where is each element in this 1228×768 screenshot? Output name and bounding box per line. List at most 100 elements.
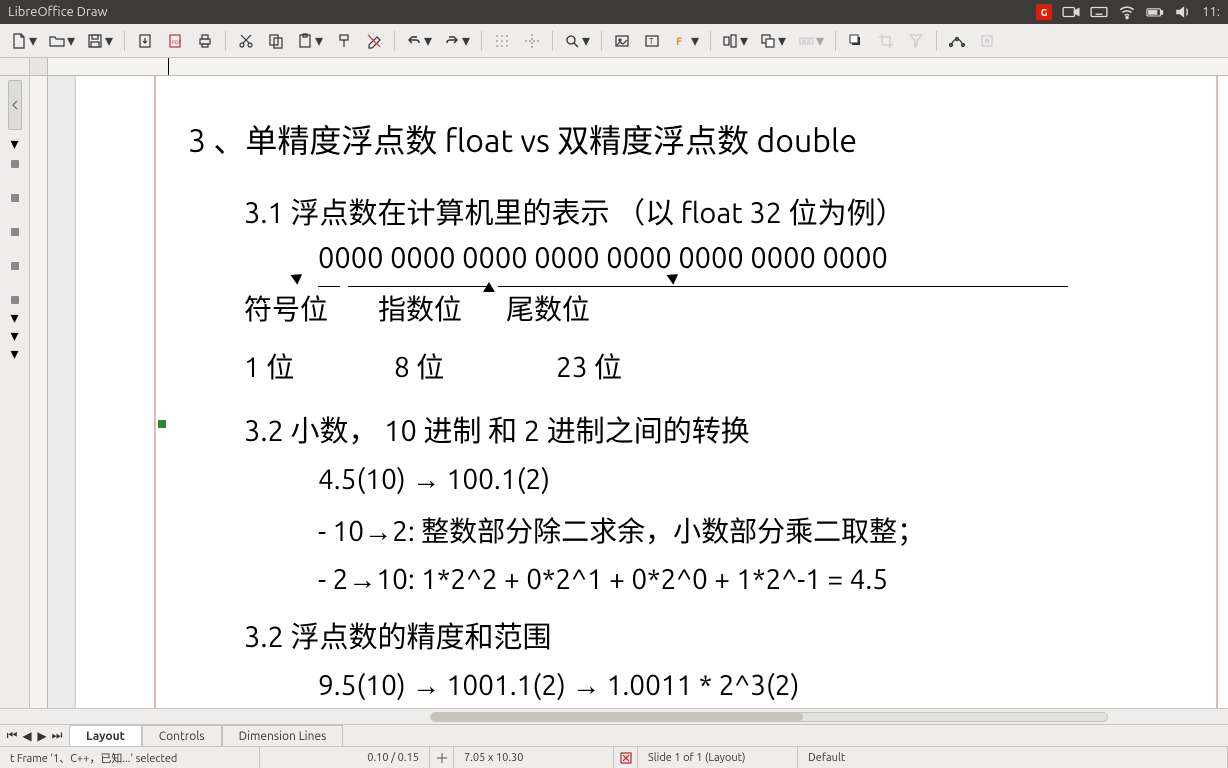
insert-textbox-button[interactable]: T	[638, 28, 666, 54]
system-menubar: LibreOffice Draw G 11:	[0, 0, 1228, 24]
panel-item-icon[interactable]	[11, 160, 19, 168]
width-sign: 1 位	[244, 346, 394, 386]
shadow-button[interactable]	[842, 28, 870, 54]
status-slide: Slide 1 of 1 (Layout)	[638, 747, 798, 768]
tab-nav: ⏮ ◀ ▶ ⏭	[0, 725, 69, 746]
page[interactable]: 3 、单精度浮点数 float vs 双精度浮点数 double 3.1 浮点数…	[76, 76, 1228, 708]
subheading: 3.1 浮点数在计算机里的表示 （以 float 32 位为例）	[244, 190, 1166, 232]
distribute-button[interactable]: ▾	[793, 28, 829, 54]
panel-item-icon[interactable]	[11, 296, 19, 304]
panel-dropdown-icon[interactable]: ▾	[8, 348, 22, 358]
crop-button[interactable]	[872, 28, 900, 54]
netease-icon[interactable]: G	[1036, 4, 1052, 20]
align-button[interactable]: ▾	[717, 28, 753, 54]
ruler-corner	[30, 58, 48, 76]
width-exp: 8 位	[394, 346, 556, 386]
bit-string: 0000 0000 0000 0000 0000 0000 0000 0000	[318, 242, 1166, 274]
battery-icon[interactable]	[1146, 3, 1164, 21]
helplines-button[interactable]	[518, 28, 546, 54]
panel-dropdown-icon[interactable]: ▾	[8, 138, 22, 148]
vertical-ruler[interactable]	[30, 76, 48, 708]
workspace: ▾ ▾ ▾ ▾ 3 、单精度浮点数 float vs 双精度浮点数 double…	[0, 58, 1228, 724]
left-side-panel: ▾ ▾ ▾ ▾	[0, 76, 30, 708]
panel-collapse-handle[interactable]	[8, 80, 22, 130]
scrollbar-thumb[interactable]	[431, 713, 803, 721]
underline-sign	[318, 286, 340, 287]
svg-text:T: T	[649, 37, 654, 46]
first-tab-button[interactable]: ⏮	[6, 730, 18, 742]
keyboard-icon[interactable]	[1090, 3, 1108, 21]
signature-icon[interactable]	[614, 747, 638, 768]
arrow-icon	[483, 282, 495, 292]
glue-points-button[interactable]	[973, 28, 1001, 54]
insert-image-button[interactable]	[608, 28, 636, 54]
horizontal-scrollbar[interactable]	[0, 708, 1228, 724]
panel-item-icon[interactable]	[11, 228, 19, 236]
panel-items	[11, 160, 19, 304]
status-bar: t Frame '1、C++，已知...' selected 0.10 / 0.…	[0, 746, 1228, 768]
tab-dimension[interactable]: Dimension Lines	[222, 725, 344, 746]
tab-layout[interactable]: Layout	[69, 725, 142, 746]
last-tab-button[interactable]: ⏭	[51, 730, 63, 742]
redo-button[interactable]: ▾	[439, 28, 475, 54]
new-button[interactable]: ▾	[6, 28, 42, 54]
panel-dropdown-icon[interactable]: ▾	[8, 312, 22, 322]
heading: 3 、单精度浮点数 float vs 双精度浮点数 double	[188, 116, 1166, 162]
print-button[interactable]	[191, 28, 219, 54]
export-direct-button[interactable]	[131, 28, 159, 54]
status-position: 0.10 / 0.15	[260, 747, 430, 768]
copy-button[interactable]	[262, 28, 290, 54]
paragraph: 4.5(10) → 100.1(2)	[318, 464, 1166, 496]
panel-item-icon[interactable]	[11, 262, 19, 270]
arrow-icon	[290, 269, 305, 285]
edit-points-button[interactable]	[943, 28, 971, 54]
label-mant: 尾数位	[506, 288, 590, 328]
subheading: 3.2 浮点数的精度和范围	[244, 614, 1166, 656]
clone-format-button[interactable]	[330, 28, 358, 54]
grid-button[interactable]	[488, 28, 516, 54]
filter-button[interactable]	[902, 28, 930, 54]
status-size: 7.05 x 10.30	[454, 747, 614, 768]
underline-mant	[498, 286, 1068, 287]
subheading: 3.2 小数， 10 进制 和 2 进制之间的转换	[244, 408, 1166, 450]
text-frame[interactable]: 3 、单精度浮点数 float vs 双精度浮点数 double 3.1 浮点数…	[188, 116, 1166, 708]
paragraph: - 2→10: 1*2^2 + 0*2^1 + 0*2^0 + 1*2^-1 =…	[318, 564, 1166, 596]
clock[interactable]: 11:	[1202, 5, 1220, 19]
svg-text:PDF: PDF	[172, 39, 182, 45]
width-mant: 23 位	[556, 346, 622, 386]
app-title: LibreOffice Draw	[8, 5, 108, 19]
panel-item-icon[interactable]	[11, 194, 19, 202]
fontwork-button[interactable]: F▾	[668, 28, 704, 54]
zoom-button[interactable]: ▾	[559, 28, 595, 54]
undo-button[interactable]: ▾	[401, 28, 437, 54]
save-button[interactable]: ▾	[82, 28, 118, 54]
cut-button[interactable]	[232, 28, 260, 54]
width-row: 1 位 8 位 23 位	[244, 346, 1166, 386]
horizontal-ruler[interactable]	[48, 58, 1228, 76]
label-sign: 符号位	[244, 288, 328, 328]
underline-exp	[348, 286, 488, 287]
export-pdf-button[interactable]: PDF	[161, 28, 189, 54]
label-exp: 指数位	[378, 288, 462, 328]
volume-icon[interactable]	[1174, 3, 1192, 21]
open-button[interactable]: ▾	[44, 28, 80, 54]
paste-button[interactable]: ▾	[292, 28, 328, 54]
paragraph: 9.5(10) → 1001.1(2) → 1.0011 * 2^3(2)	[318, 670, 1166, 702]
selection-handle[interactable]	[158, 420, 166, 428]
wifi-icon[interactable]	[1118, 3, 1136, 21]
arrange-button[interactable]: ▾	[755, 28, 791, 54]
ruler-corner-left	[0, 58, 30, 76]
paragraph: - 10→2: 整数部分除二求余，小数部分乘二取整；	[318, 510, 1166, 550]
label-row: 符号位 指数位 尾数位	[244, 288, 1166, 328]
status-style: Default	[798, 747, 1228, 768]
main-toolbar: ▾ ▾ ▾ PDF ▾ ▾ ▾ ▾ T F▾ ▾ ▾ ▾	[0, 24, 1228, 58]
canvas[interactable]: 3 、单精度浮点数 float vs 双精度浮点数 double 3.1 浮点数…	[48, 76, 1228, 708]
clear-format-button[interactable]	[360, 28, 388, 54]
panel-dropdown-icon[interactable]: ▾	[8, 330, 22, 340]
screen-record-icon[interactable]	[1062, 3, 1080, 21]
prev-tab-button[interactable]: ◀	[21, 730, 33, 742]
tab-controls[interactable]: Controls	[142, 725, 222, 746]
next-tab-button[interactable]: ▶	[36, 730, 48, 742]
position-icon	[430, 747, 454, 768]
status-selection: t Frame '1、C++，已知...' selected	[0, 747, 260, 768]
